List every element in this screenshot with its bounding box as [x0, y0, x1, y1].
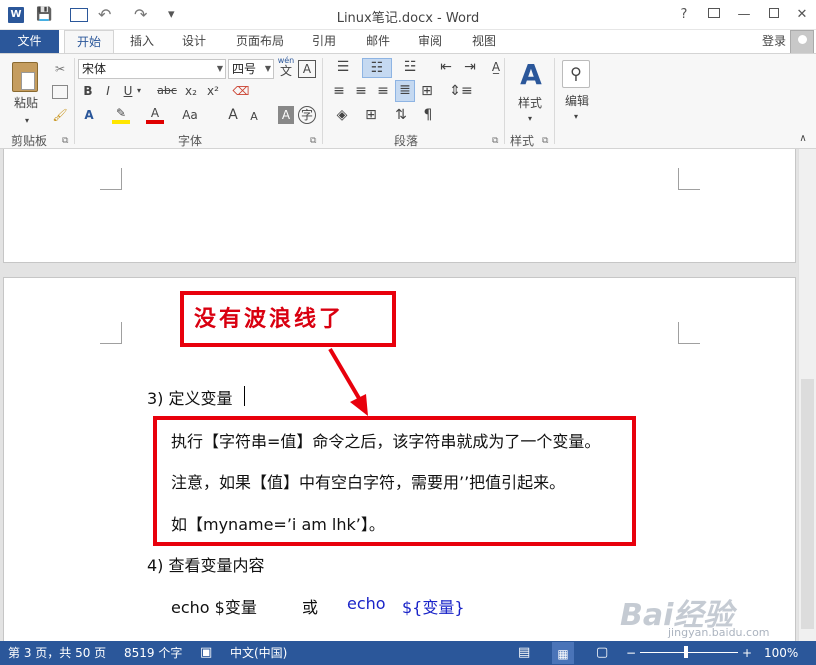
- highlight-box: [153, 416, 636, 546]
- status-bar: 第 3 页，共 50 页 8519 个字 ▣ 中文(中国) ▤ ▦ ▢ − + …: [0, 641, 816, 665]
- word-count[interactable]: 8519 个字: [124, 641, 182, 665]
- proofing-icon[interactable]: ▣: [200, 641, 212, 665]
- zoom-in-button[interactable]: +: [742, 641, 752, 665]
- read-mode-icon[interactable]: ▤: [518, 641, 530, 665]
- print-layout-icon[interactable]: ▦: [552, 642, 574, 664]
- zoom-level[interactable]: 100%: [764, 641, 798, 665]
- zoom-slider-thumb[interactable]: [684, 646, 688, 658]
- watermark-url: jingyan.baidu.com: [668, 626, 770, 639]
- page-count[interactable]: 第 3 页，共 50 页: [8, 641, 106, 665]
- zoom-slider[interactable]: [640, 652, 738, 653]
- web-layout-icon[interactable]: ▢: [596, 641, 608, 665]
- zoom-out-button[interactable]: −: [626, 641, 636, 665]
- callout-arrow: [328, 347, 368, 416]
- language[interactable]: 中文(中国): [230, 641, 287, 665]
